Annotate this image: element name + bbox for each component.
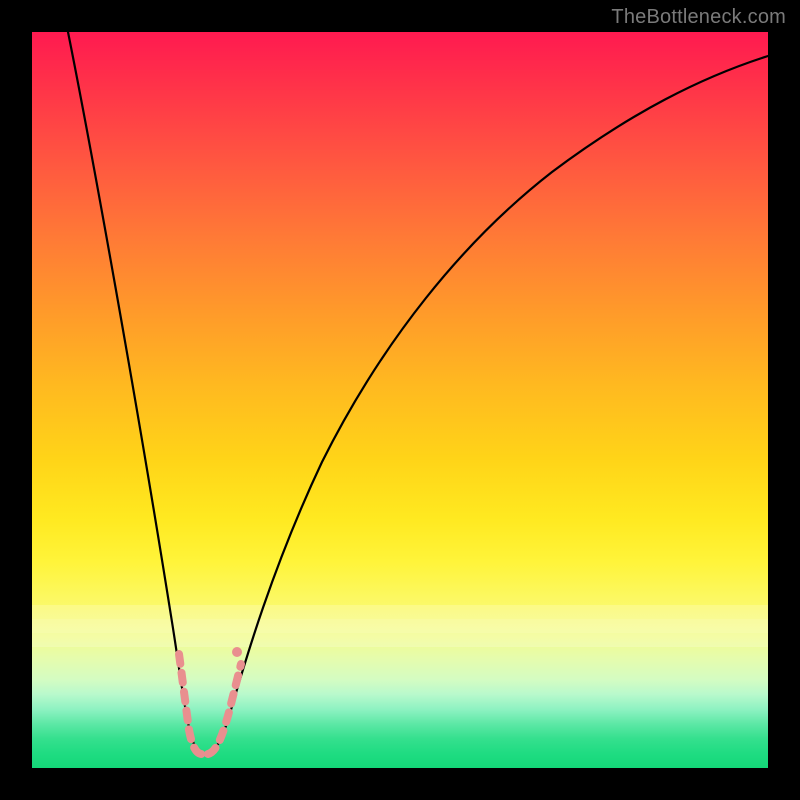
curve-layer — [32, 32, 768, 768]
bottleneck-curve — [68, 32, 768, 754]
highlight-right — [208, 664, 241, 754]
watermark-text: TheBottleneck.com — [611, 6, 786, 29]
highlight-dot — [232, 647, 242, 657]
chart-frame: TheBottleneck.com — [0, 0, 800, 800]
plot-area — [32, 32, 768, 768]
highlight-left — [179, 654, 202, 754]
